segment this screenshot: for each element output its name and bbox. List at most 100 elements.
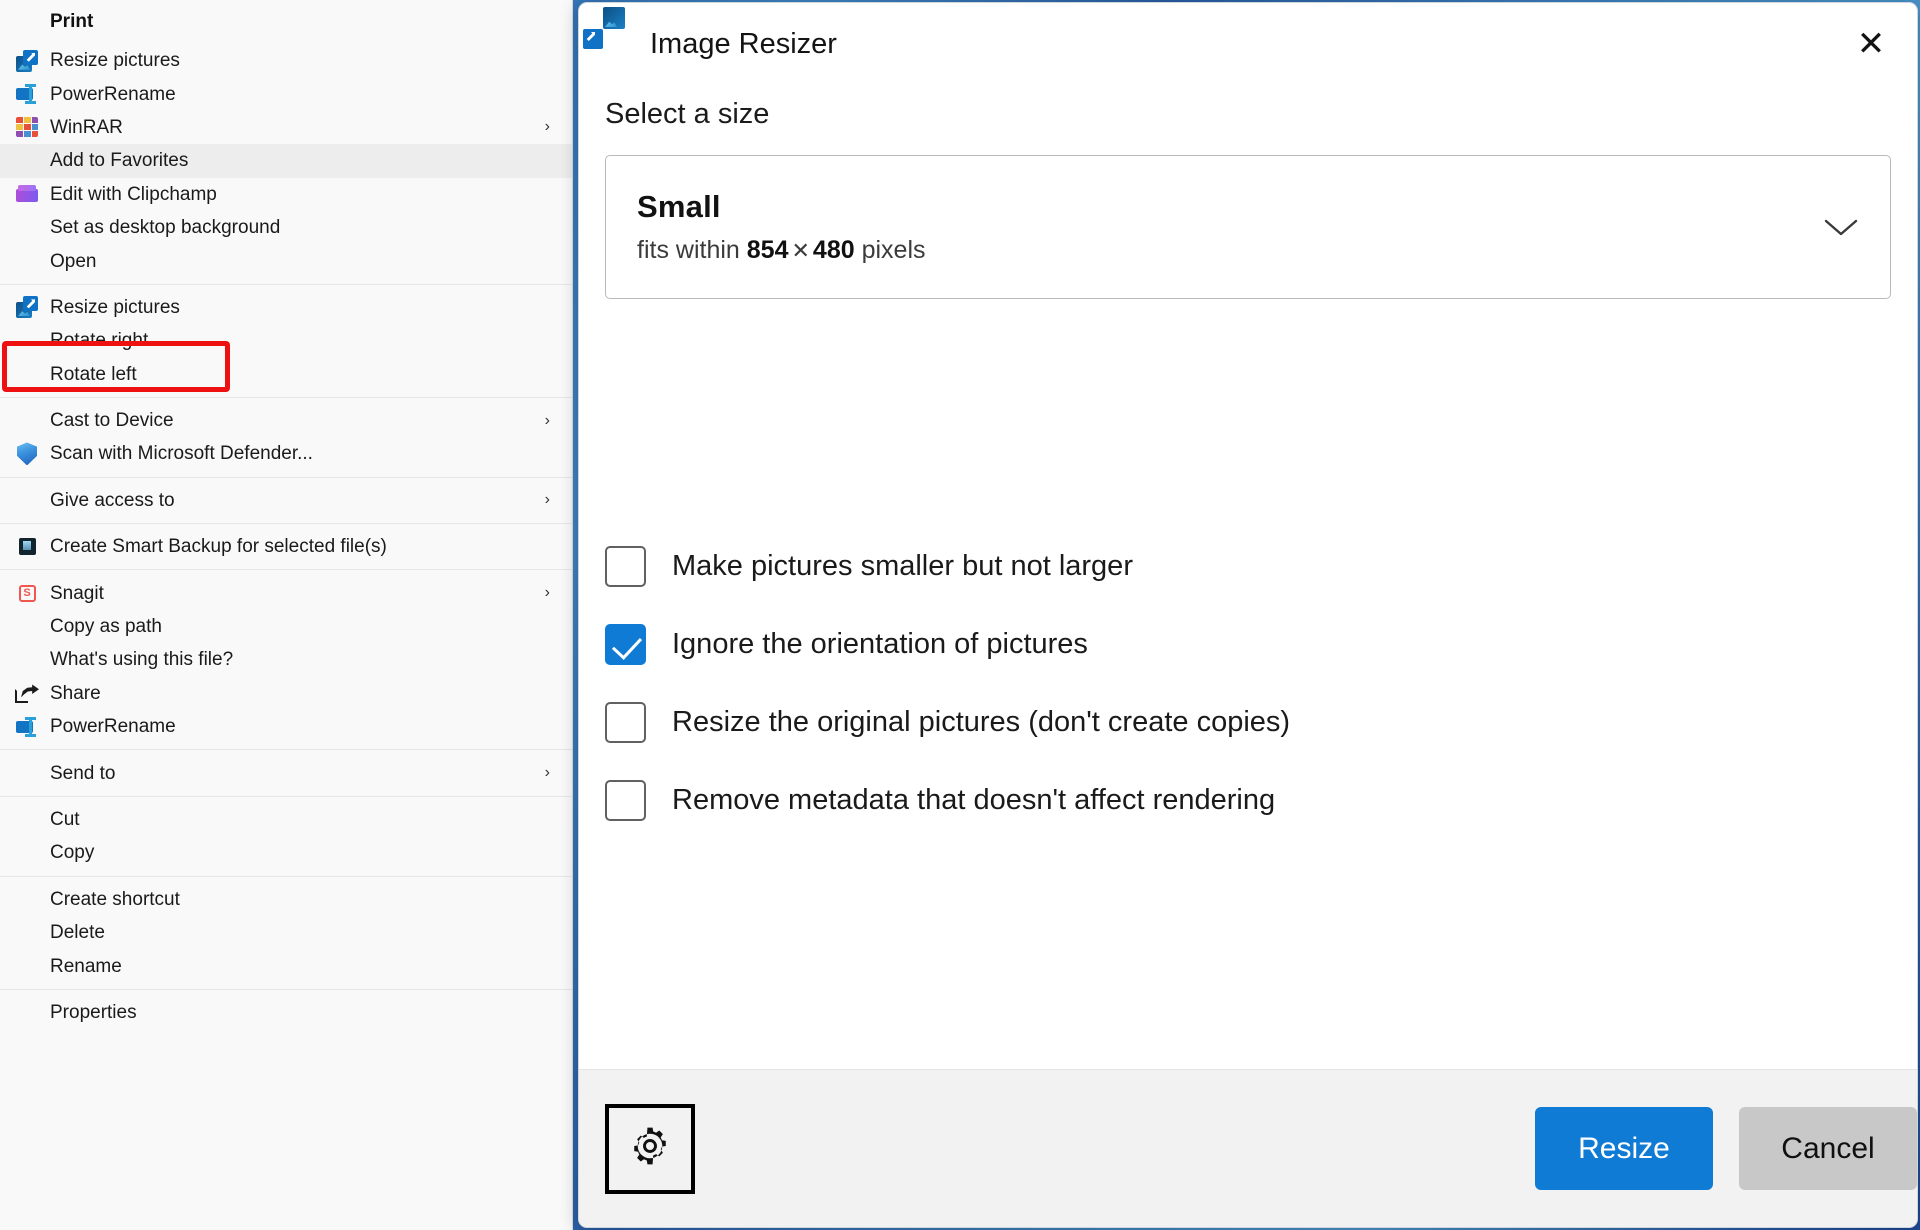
menu-item-label: Delete	[50, 923, 105, 942]
winrar-icon	[14, 114, 40, 140]
cancel-button[interactable]: Cancel	[1739, 1107, 1917, 1190]
menu-item-label: Rename	[50, 957, 122, 976]
menu-item-winrar[interactable]: WinRAR ›	[0, 111, 572, 144]
checkbox-row-0[interactable]: Make pictures smaller but not larger	[605, 527, 1891, 605]
menu-item-label: Copy	[50, 843, 94, 862]
menu-item-rotate-right[interactable]: Rotate right	[0, 324, 572, 357]
menu-item-label: Snagit	[50, 584, 104, 603]
menu-item-rotate-left[interactable]: Rotate left	[0, 358, 572, 391]
menu-separator	[0, 876, 572, 877]
menu-icon-placeholder	[14, 215, 40, 241]
size-desc-suffix: pixels	[862, 236, 926, 264]
menu-separator	[0, 989, 572, 990]
smart-backup-icon	[14, 534, 40, 560]
menu-item-create-smart-backup-for-selected-file-s[interactable]: Create Smart Backup for selected file(s)	[0, 530, 572, 563]
menu-item-copy[interactable]: Copy	[0, 836, 572, 869]
menu-item-label: PowerRename	[50, 717, 176, 736]
menu-icon-placeholder	[14, 614, 40, 640]
menu-item-properties[interactable]: Properties	[0, 996, 572, 1029]
menu-item-send-to[interactable]: Send to ›	[0, 756, 572, 789]
menu-item-edit-with-clipchamp[interactable]: Edit with Clipchamp	[0, 178, 572, 211]
menu-separator	[0, 477, 572, 478]
menu-item-copy-as-path[interactable]: Copy as path	[0, 610, 572, 643]
settings-button[interactable]	[605, 1104, 695, 1194]
menu-item-label: Properties	[50, 1003, 137, 1022]
menu-icon-placeholder	[14, 886, 40, 912]
menu-item-label: Share	[50, 684, 101, 703]
menu-item-resize-pictures[interactable]: Resize pictures	[0, 44, 572, 77]
clipchamp-icon	[14, 181, 40, 207]
dialog-footer: Resize Cancel	[579, 1069, 1917, 1227]
size-preset-text: Small fits within 854✕480 pixels	[637, 189, 1818, 265]
checkbox-label: Remove metadata that doesn't affect rend…	[672, 786, 1275, 815]
checkbox-unchecked-icon[interactable]	[605, 546, 646, 587]
menu-item-cut[interactable]: Cut	[0, 803, 572, 836]
context-menu-header: Print	[0, 0, 572, 44]
menu-item-powerrename[interactable]: PowerRename	[0, 77, 572, 110]
size-preset-combobox[interactable]: Small fits within 854✕480 pixels	[605, 155, 1891, 299]
checkbox-unchecked-icon[interactable]	[605, 702, 646, 743]
menu-item-label: Edit with Clipchamp	[50, 185, 217, 204]
menu-item-label: Send to	[50, 764, 116, 783]
close-icon[interactable]: ✕	[1843, 20, 1899, 68]
checkbox-checked-icon[interactable]	[605, 624, 646, 665]
submenu-chevron-right-icon: ›	[545, 118, 550, 136]
snagit-icon: S	[14, 580, 40, 606]
context-menu: Print Resize pictures PowerRename WinRAR › A…	[0, 0, 573, 1230]
checkbox-unchecked-icon[interactable]	[605, 780, 646, 821]
menu-item-give-access-to[interactable]: Give access to›	[0, 484, 572, 517]
menu-icon-placeholder	[14, 148, 40, 174]
menu-icon-placeholder	[14, 647, 40, 673]
menu-item-label: Resize pictures	[50, 51, 180, 70]
menu-item-what-s-using-this-file[interactable]: What's using this file?	[0, 643, 572, 676]
resize-button[interactable]: Resize	[1535, 1107, 1713, 1190]
menu-item-share[interactable]: Share	[0, 677, 572, 710]
menu-item-rename[interactable]: Rename	[0, 949, 572, 982]
size-desc-prefix: fits within	[637, 236, 740, 264]
image-resizer-dialog: Image Resizer ✕ Select a size Small fits…	[578, 2, 1918, 1228]
menu-icon-placeholder	[14, 248, 40, 274]
menu-item-label: Give access to	[50, 491, 175, 510]
menu-item-create-shortcut[interactable]: Create shortcut	[0, 883, 572, 916]
menu-item-scan-with-microsoft-defender[interactable]: Scan with Microsoft Defender...	[0, 437, 572, 470]
power-rename-icon	[14, 81, 40, 107]
footer-actions: Resize Cancel	[1535, 1107, 1917, 1190]
menu-item-label: Cut	[50, 810, 80, 829]
menu-item-label: Resize pictures	[50, 298, 180, 317]
menu-icon-placeholder	[14, 361, 40, 387]
menu-item-label: Rotate left	[50, 365, 137, 384]
submenu-chevron-right-icon: ›	[545, 764, 550, 782]
menu-item-label: Create shortcut	[50, 890, 180, 909]
size-preset-name: Small	[637, 189, 1818, 225]
resize-options-group: Make pictures smaller but not largerIgno…	[605, 527, 1891, 839]
checkbox-label: Resize the original pictures (don't crea…	[672, 708, 1290, 737]
checkbox-row-3[interactable]: Remove metadata that doesn't affect rend…	[605, 761, 1891, 839]
menu-item-powerrename[interactable]: PowerRename	[0, 710, 572, 743]
chevron-down-icon[interactable]	[1818, 204, 1864, 250]
checkbox-row-1[interactable]: Ignore the orientation of pictures	[605, 605, 1891, 683]
menu-item-add-to-favorites[interactable]: Add to Favorites	[0, 144, 572, 177]
menu-item-set-as-desktop-background[interactable]: Set as desktop background	[0, 211, 572, 244]
share-icon	[14, 680, 40, 706]
power-rename-icon	[14, 714, 40, 740]
gear-icon	[628, 1124, 672, 1173]
menu-separator	[0, 523, 572, 524]
menu-item-label: Add to Favorites	[50, 151, 188, 170]
menu-item-cast-to-device[interactable]: Cast to Device ›	[0, 404, 572, 437]
submenu-chevron-right-icon: ›	[545, 412, 550, 430]
checkbox-row-2[interactable]: Resize the original pictures (don't crea…	[605, 683, 1891, 761]
menu-item-resize-pictures[interactable]: Resize pictures	[0, 291, 572, 324]
select-a-size-label: Select a size	[605, 98, 1891, 131]
menu-item-label: Cast to Device	[50, 411, 174, 430]
image-resizer-icon	[14, 294, 40, 320]
defender-shield-icon	[14, 441, 40, 467]
menu-item-delete[interactable]: Delete	[0, 916, 572, 949]
menu-item-label: Copy as path	[50, 617, 162, 636]
menu-item-label: Set as desktop background	[50, 218, 280, 237]
menu-icon-placeholder	[14, 840, 40, 866]
menu-item-snagit[interactable]: SSnagit›	[0, 576, 572, 609]
menu-item-label: Open	[50, 252, 96, 271]
menu-item-open[interactable]: Open	[0, 244, 572, 277]
menu-item-label: WinRAR	[50, 118, 123, 137]
menu-separator	[0, 749, 572, 750]
